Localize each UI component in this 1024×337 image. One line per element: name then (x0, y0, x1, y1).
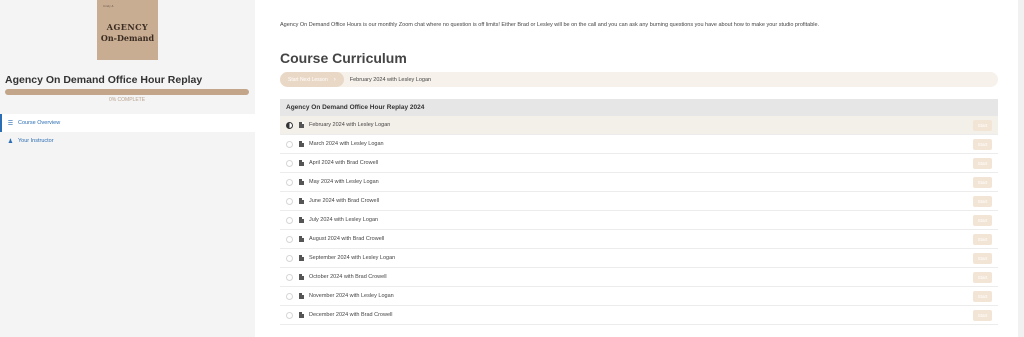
start-button[interactable]: Start (973, 253, 992, 264)
sidebar: Cindy & AGENCY On-Demand Agency On Deman… (0, 0, 255, 337)
sidebar-item-label: Your Instructor (18, 138, 54, 144)
person-icon: ♟ (7, 138, 14, 145)
progress-circle-icon (286, 121, 293, 129)
document-icon (299, 141, 304, 147)
start-button[interactable]: Start (973, 120, 992, 131)
progress-circle-icon (286, 178, 293, 186)
start-button[interactable]: Start (973, 310, 992, 321)
lesson-list: February 2024 with Lesley Logan Start Ma… (280, 116, 998, 325)
document-icon (299, 236, 304, 242)
sidebar-nav: ☰ Course Overview ♟ Your Instructor (0, 114, 255, 150)
next-lesson-bar: Start Next Lesson › February 2024 with L… (280, 72, 998, 87)
lesson-row[interactable]: August 2024 with Brad Crowell Start (280, 230, 998, 249)
lesson-title: June 2024 with Brad Crowell (309, 198, 380, 204)
sidebar-item-course-overview[interactable]: ☰ Course Overview (0, 114, 255, 132)
start-button[interactable]: Start (973, 291, 992, 302)
sidebar-item-label: Course Overview (18, 120, 61, 126)
progress-circle-icon (286, 216, 293, 224)
start-button[interactable]: Start (973, 272, 992, 283)
next-lesson-title[interactable]: February 2024 with Lesley Logan (350, 77, 431, 83)
progress-circle-icon (286, 159, 293, 167)
start-next-lesson-label: Start Next Lesson (288, 76, 328, 83)
start-button[interactable]: Start (973, 215, 992, 226)
progress-circle-icon (286, 311, 293, 319)
cover-title-line1: AGENCY (106, 22, 149, 32)
lesson-title: November 2024 with Lesley Logan (309, 293, 394, 299)
document-icon (299, 217, 304, 223)
progress-circle-icon (286, 273, 293, 281)
lesson-row[interactable]: December 2024 with Brad Crowell Start (280, 306, 998, 325)
cover-title-line2: On-Demand (100, 33, 155, 43)
lesson-row[interactable]: May 2024 with Lesley Logan Start (280, 173, 998, 192)
lesson-title: May 2024 with Lesley Logan (309, 179, 379, 185)
lesson-title: December 2024 with Brad Crowell (309, 312, 393, 318)
start-button[interactable]: Start (973, 139, 992, 150)
document-icon (299, 198, 304, 204)
start-button[interactable]: Start (973, 177, 992, 188)
progress-circle-icon (286, 235, 293, 243)
progress-circle-icon (286, 197, 293, 205)
course-cover-image: Cindy & AGENCY On-Demand (97, 0, 158, 60)
document-icon (299, 312, 304, 318)
cover-small-text: Cindy & (103, 4, 114, 8)
document-icon (299, 255, 304, 261)
curriculum-section: Agency On Demand Office Hour Replay 2024… (280, 99, 998, 325)
scrollbar[interactable] (1018, 0, 1024, 337)
lesson-title: August 2024 with Brad Crowell (309, 236, 385, 242)
sidebar-item-your-instructor[interactable]: ♟ Your Instructor (0, 132, 255, 150)
course-description: Agency On Demand Office Hours is our mon… (280, 22, 820, 28)
document-icon (299, 122, 304, 128)
document-icon (299, 274, 304, 280)
lesson-row[interactable]: October 2024 with Brad Crowell Start (280, 268, 998, 287)
course-title: Agency On Demand Office Hour Replay (5, 74, 203, 86)
document-icon (299, 293, 304, 299)
lesson-title: February 2024 with Lesley Logan (309, 122, 391, 128)
section-title: Agency On Demand Office Hour Replay 2024 (280, 99, 998, 116)
lesson-title: July 2024 with Lesley Logan (309, 217, 379, 223)
page: Cindy & AGENCY On-Demand Agency On Deman… (0, 0, 1024, 337)
lesson-row[interactable]: June 2024 with Brad Crowell Start (280, 192, 998, 211)
lesson-row[interactable]: September 2024 with Lesley Logan Start (280, 249, 998, 268)
lesson-row[interactable]: April 2024 with Brad Crowell Start (280, 154, 998, 173)
start-button[interactable]: Start (973, 196, 992, 207)
lesson-title: September 2024 with Lesley Logan (309, 255, 396, 261)
document-icon (299, 160, 304, 166)
progress-circle-icon (286, 292, 293, 300)
start-button[interactable]: Start (973, 158, 992, 169)
start-button[interactable]: Start (973, 234, 992, 245)
lesson-title: April 2024 with Brad Crowell (309, 160, 379, 166)
progress-bar (5, 89, 249, 95)
progress-label: 0% COMPLETE (108, 97, 146, 103)
lesson-title: October 2024 with Brad Crowell (309, 274, 387, 280)
lesson-row[interactable]: November 2024 with Lesley Logan Start (280, 287, 998, 306)
start-next-lesson-button[interactable]: Start Next Lesson › (280, 72, 344, 87)
curriculum-title: Course Curriculum (280, 50, 407, 66)
progress-circle-icon (286, 140, 293, 148)
lesson-row[interactable]: February 2024 with Lesley Logan Start (280, 116, 998, 135)
document-icon (299, 179, 304, 185)
list-icon: ☰ (7, 120, 14, 127)
lesson-row[interactable]: March 2024 with Lesley Logan Start (280, 135, 998, 154)
chevron-right-icon: › (333, 76, 336, 83)
progress-circle-icon (286, 254, 293, 262)
lesson-title: March 2024 with Lesley Logan (309, 141, 384, 147)
lesson-row[interactable]: July 2024 with Lesley Logan Start (280, 211, 998, 230)
